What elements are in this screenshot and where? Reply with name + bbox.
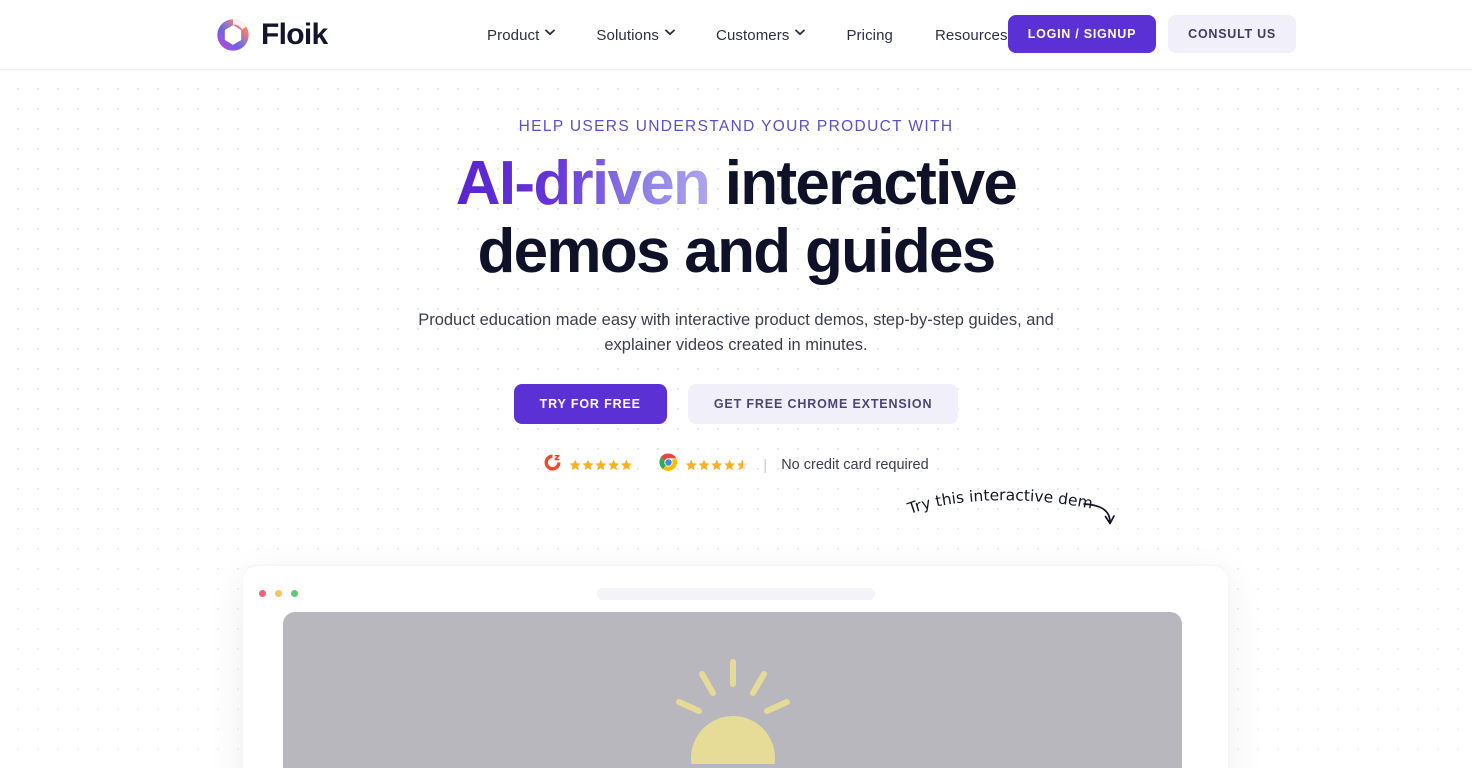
nav-item-solutions[interactable]: Solutions [575, 0, 695, 70]
main-nav: Product Solutions Customers Pricing Reso… [466, 0, 1044, 70]
brand-name: Floik [261, 18, 328, 51]
no-credit-card-note: No credit card required [781, 457, 929, 474]
chevron-down-icon [665, 29, 675, 38]
traffic-light-dots [259, 590, 298, 597]
nav-item-label: Product [487, 26, 540, 44]
nav-item-product[interactable]: Product [466, 0, 575, 70]
chevron-down-icon [795, 29, 806, 38]
login-signup-button[interactable]: LOGIN / SIGNUP [1007, 15, 1157, 53]
minimize-dot-icon[interactable] [275, 590, 282, 597]
sun-icon [671, 654, 795, 764]
url-bar[interactable] [597, 588, 875, 600]
hero-eyebrow: HELP USERS UNDERSTAND YOUR PRODUCT WITH [518, 118, 954, 135]
nav-item-pricing[interactable]: Pricing [825, 0, 914, 70]
g2-star-rating [569, 459, 633, 472]
maximize-dot-icon[interactable] [291, 590, 298, 597]
chrome-star-rating [685, 459, 749, 472]
headline-gradient-word: AI-driven [455, 149, 711, 218]
site-header: Floik Product Solutions Customers Pricin… [0, 0, 1472, 70]
demo-content-area[interactable] [283, 612, 1182, 768]
header-actions: LOGIN / SIGNUP CONSULT US [1007, 15, 1296, 53]
page-title: AI-driven interactive demos and guides [0, 149, 1472, 287]
headline-line-2: demos and guides [477, 217, 996, 287]
consult-us-button[interactable]: CONSULT US [1168, 15, 1296, 53]
interactive-demo-window[interactable] [243, 566, 1228, 768]
try-for-free-button[interactable]: TRY FOR FREE [513, 384, 667, 425]
brand-logo-link[interactable]: Floik [214, 16, 328, 54]
headline-rest: interactive [709, 149, 1018, 218]
browser-title-bar [243, 566, 1228, 613]
nav-item-label: Pricing [846, 26, 893, 44]
chrome-icon [659, 453, 678, 477]
get-chrome-extension-button[interactable]: GET FREE CHROME EXTENSION [687, 384, 959, 425]
nav-item-label: Customers [716, 26, 790, 44]
nav-item-label: Resources [935, 26, 1008, 44]
hero-section: HELP USERS UNDERSTAND YOUR PRODUCT WITH … [0, 70, 1472, 477]
social-proof-ratings: | No credit card required [0, 453, 1472, 477]
close-dot-icon[interactable] [259, 590, 266, 597]
page-root: Floik Product Solutions Customers Pricin… [0, 0, 1472, 768]
nav-item-customers[interactable]: Customers [695, 0, 825, 70]
g2-rating [543, 453, 633, 477]
chevron-down-icon [545, 29, 556, 38]
hero-cta-row: TRY FOR FREE GET FREE CHROME EXTENSION [0, 384, 1472, 425]
chrome-rating [659, 453, 749, 477]
nav-item-label: Solutions [596, 26, 660, 44]
hero-subheadline: Product education made easy with interac… [418, 311, 1054, 354]
g2-icon [543, 453, 562, 477]
floik-ring-logo-icon [214, 16, 252, 54]
ratings-separator: | [763, 456, 768, 474]
